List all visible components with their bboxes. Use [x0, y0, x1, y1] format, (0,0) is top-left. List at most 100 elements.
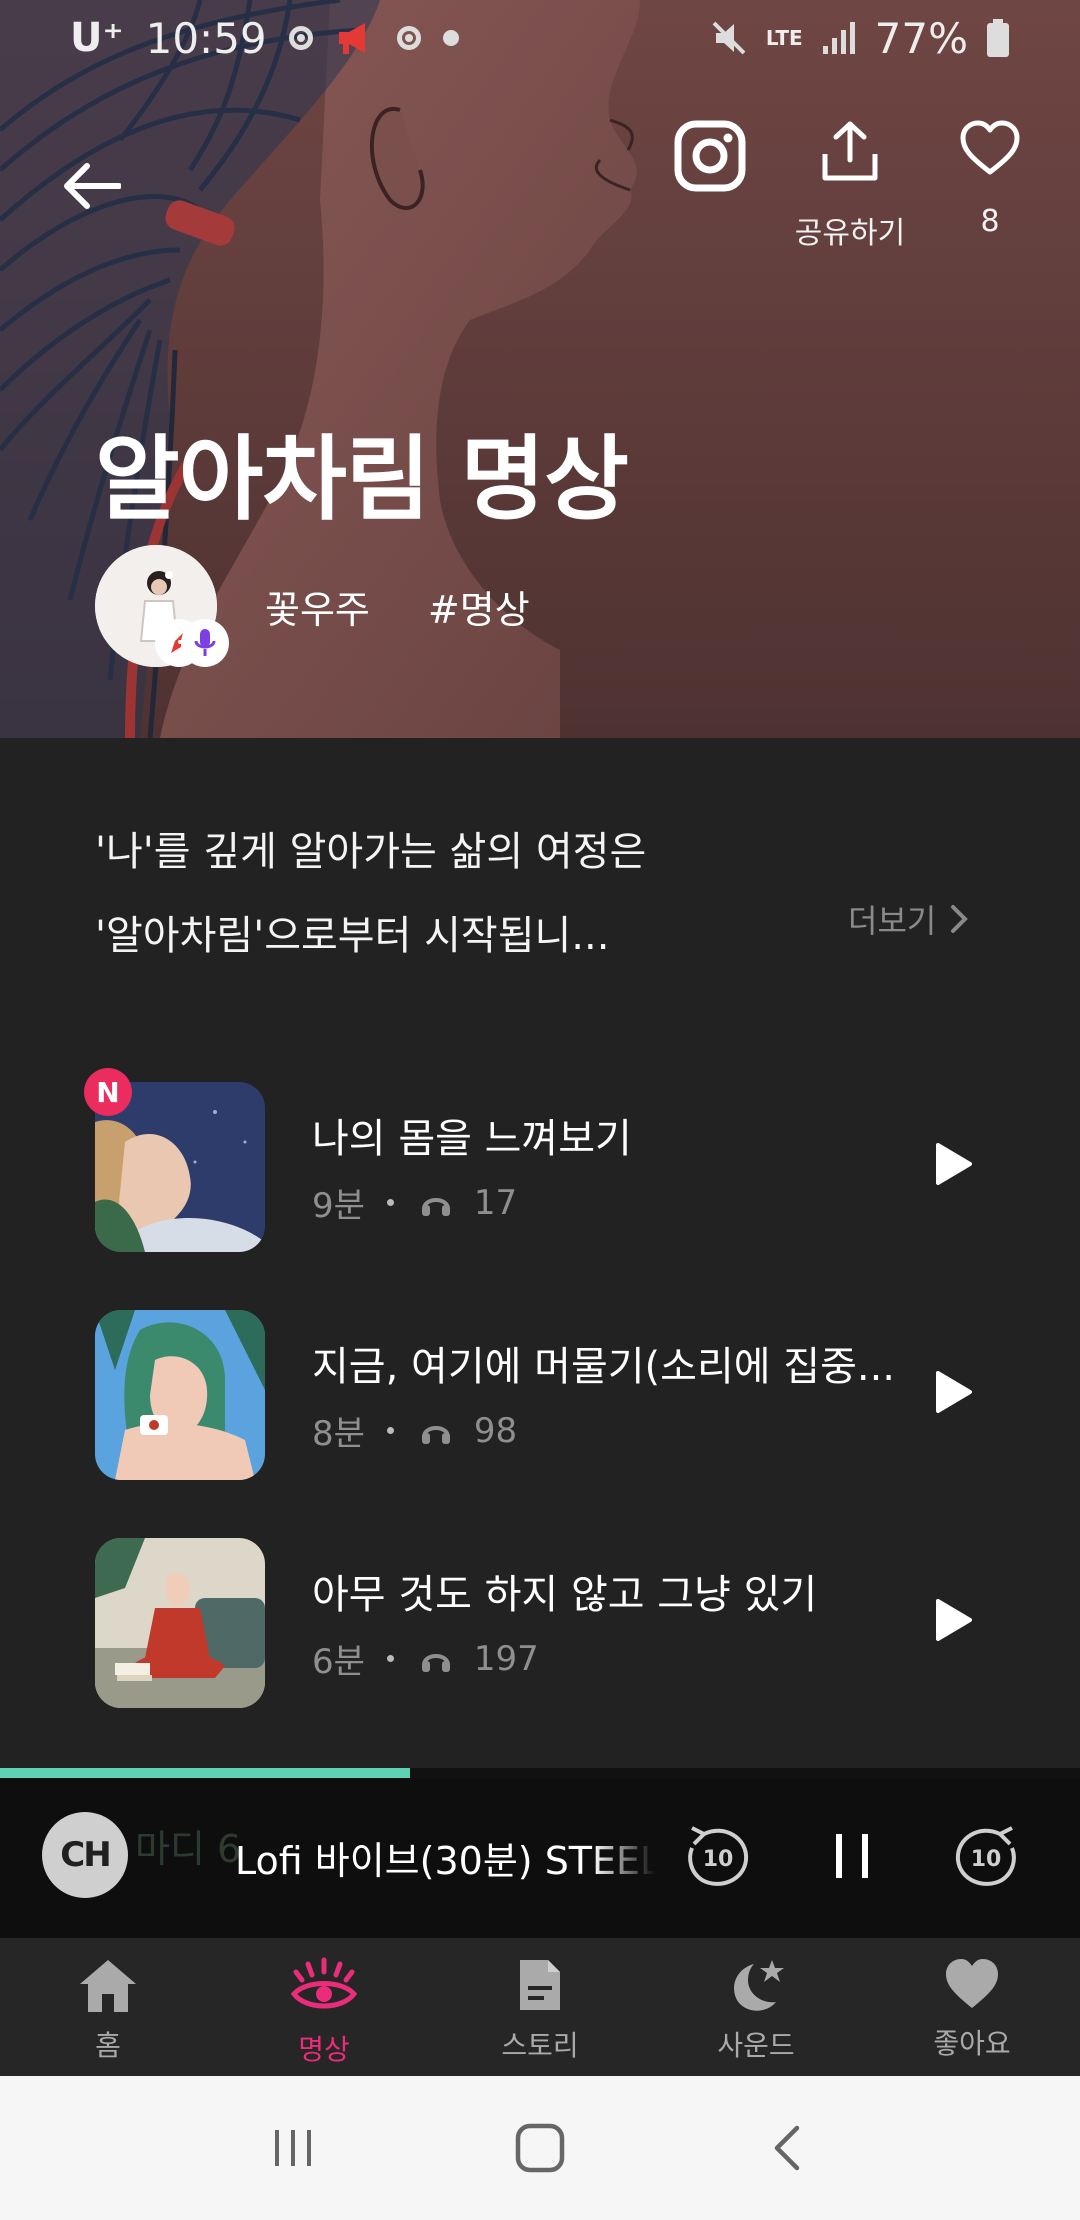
forward-10-icon: 10 [955, 1826, 1016, 1886]
forward-label: 10 [971, 1847, 1002, 1872]
track-duration: 6분 [312, 1642, 365, 1682]
nav-label-story: 스토리 [501, 2029, 579, 2062]
description-line-2: '알아차림'으로부터 시작됩니... [95, 913, 610, 959]
document-icon [520, 1960, 560, 2010]
instagram-icon [674, 120, 746, 192]
recent-apps-icon [275, 2130, 312, 2166]
track-item[interactable]: 아무 것도 하지 않고 그냥 있기 6분 197 [0, 1538, 1080, 1708]
background-text: 마디 6 [135, 1827, 242, 1871]
track-plays: 17 [473, 1182, 518, 1223]
microphone-icon [194, 629, 216, 656]
system-navigation-bar [0, 2076, 1080, 2220]
separator-dot [386, 1199, 394, 1206]
program-description: '나'를 깊게 알아가는 삶의 여정은 '알아차림'으로부터 시작됩니... [95, 810, 795, 978]
recent-apps-button[interactable] [258, 2113, 328, 2183]
network-type: LTE [765, 26, 803, 50]
program-title: 알아차림 명상 [95, 426, 629, 533]
back-system-button[interactable] [752, 2113, 822, 2183]
new-badge: N [84, 1068, 132, 1116]
battery-icon [987, 19, 1009, 57]
headphones-icon [421, 1197, 450, 1216]
nav-item-story[interactable]: 스토리 [432, 1938, 648, 2076]
heart-icon [946, 1959, 998, 2008]
rewind-10-icon: 10 [688, 1826, 749, 1886]
track-item[interactable]: 지금, 여기에 머물기(소리에 집중... 8분 98 [0, 1310, 1080, 1480]
pause-button[interactable] [814, 1818, 890, 1894]
like-count: 8 [980, 204, 1000, 239]
share-button[interactable]: 공유하기 [795, 120, 905, 252]
now-playing-title[interactable]: Lofi 바이브(30분) STEEL [235, 1830, 655, 1885]
more-button[interactable]: 더보기 [848, 896, 969, 942]
home-square-icon [515, 2123, 565, 2173]
progress-fill [0, 1768, 411, 1778]
clock: 10:59 [145, 13, 267, 63]
author-name[interactable]: 꽃우주 [265, 579, 370, 634]
track-item[interactable]: N 나의 몸을 느껴보기 9분 17 [0, 1068, 1080, 1252]
separator-dot [386, 1427, 394, 1434]
instagram-button[interactable] [670, 120, 750, 192]
nav-item-meditation[interactable]: 명상 [216, 1938, 432, 2076]
mute-icon [712, 21, 746, 55]
back-arrow-icon [64, 163, 121, 209]
nav-label-sound: 사운드 [717, 2029, 795, 2062]
header-actions: 공유하기 8 [670, 120, 1030, 252]
bottom-navigation: 홈 명상 스토리 사운드 좋아요 [0, 1938, 1080, 2076]
nav-item-sound[interactable]: 사운드 [648, 1938, 864, 2076]
track-thumbnail [95, 1538, 265, 1708]
eye-icon [290, 1957, 358, 2009]
play-icon [936, 1143, 972, 1185]
nav-label-home: 홈 [95, 2029, 121, 2062]
track-title: 나의 몸을 느껴보기 [312, 1116, 632, 1162]
notification-icon [288, 26, 313, 50]
more-label: 더보기 [848, 902, 937, 940]
track-plays: 197 [473, 1638, 539, 1679]
like-button[interactable]: 8 [950, 120, 1030, 239]
nav-item-likes[interactable]: 좋아요 [864, 1938, 1080, 2076]
signal-icon [822, 22, 855, 54]
play-button[interactable] [924, 1362, 984, 1422]
play-icon [936, 1599, 972, 1641]
track-meta: 8분 98 [312, 1406, 517, 1455]
program-meta: 꽃우주 #명상 [95, 545, 530, 667]
forward-10-button[interactable]: 10 [948, 1818, 1024, 1894]
heart-outline-icon [960, 120, 1020, 175]
play-button[interactable] [924, 1590, 984, 1650]
headphones-icon [421, 1425, 450, 1444]
separator-dot [386, 1655, 394, 1662]
track-title: 지금, 여기에 머물기(소리에 집중... [312, 1344, 896, 1390]
track-meta: 9분 17 [312, 1178, 517, 1227]
playback-progress[interactable] [0, 1768, 1080, 1778]
description-line-1: '나'를 깊게 알아가는 삶의 여정은 [95, 829, 647, 875]
mini-player[interactable]: 마디 6 CH Lofi 바이브(30분) STEEL 10 10 [0, 1778, 1080, 1938]
track-duration: 8분 [312, 1414, 365, 1454]
back-button[interactable] [55, 150, 127, 222]
track-plays: 98 [473, 1410, 518, 1451]
pause-icon [836, 1834, 868, 1878]
status-bar: U⁺ 10:59 LTE 77% [0, 0, 1080, 76]
home-icon [80, 1960, 136, 2012]
nav-item-home[interactable]: 홈 [0, 1938, 216, 2076]
track-duration: 9분 [312, 1186, 365, 1226]
battery-percent: 77% [874, 13, 968, 63]
nav-label-meditation: 명상 [298, 2033, 350, 2066]
headphones-icon [421, 1653, 450, 1672]
moon-star-icon [734, 1960, 784, 2011]
track-2-artwork [95, 1310, 265, 1480]
track-title: 아무 것도 하지 않고 그냥 있기 [312, 1572, 818, 1618]
chevron-right-icon [951, 905, 969, 933]
category-tag[interactable]: #명상 [428, 579, 530, 634]
track-thumbnail [95, 1310, 265, 1480]
voice-badge [181, 619, 229, 667]
share-label: 공유하기 [794, 216, 906, 251]
notification-icon-2 [396, 26, 421, 50]
author-avatar[interactable] [95, 545, 229, 667]
play-icon [936, 1371, 972, 1413]
play-button[interactable] [924, 1134, 984, 1194]
rewind-label: 10 [703, 1847, 734, 1872]
megaphone-icon [338, 23, 365, 54]
share-icon [822, 121, 878, 181]
home-system-button[interactable] [505, 2113, 575, 2183]
back-chevron-icon [774, 2125, 799, 2171]
rewind-10-button[interactable]: 10 [680, 1818, 756, 1894]
channel-logo: CH [42, 1812, 128, 1898]
